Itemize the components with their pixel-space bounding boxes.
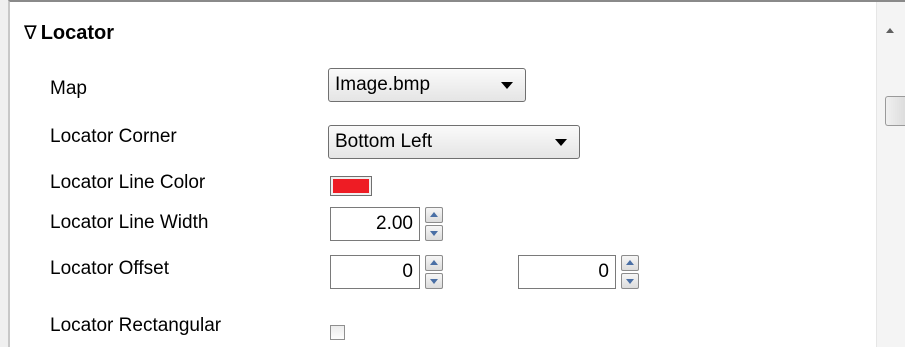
properties-panel: ∇ Locator Map Image.bmp Locator Corner B… bbox=[8, 0, 905, 347]
scrollbar-thumb[interactable] bbox=[885, 96, 905, 126]
locator-section-header[interactable]: ∇ Locator bbox=[24, 22, 114, 45]
map-label: Map bbox=[50, 78, 87, 99]
spin-down-icon bbox=[626, 279, 634, 284]
chevron-down-icon bbox=[501, 82, 513, 89]
offset-x-decrement-button[interactable] bbox=[425, 273, 443, 289]
section-title: Locator bbox=[40, 22, 115, 44]
offset-y-decrement-button[interactable] bbox=[621, 273, 639, 289]
locator-line-color-swatch[interactable] bbox=[330, 176, 372, 196]
spin-up-icon bbox=[430, 212, 438, 217]
offset-y-spinner bbox=[621, 255, 639, 289]
locator-offset-y-input[interactable]: 0 bbox=[518, 255, 616, 289]
locator-rectangular-checkbox[interactable] bbox=[330, 325, 345, 340]
offset-y-increment-button[interactable] bbox=[621, 255, 639, 271]
vertical-scrollbar[interactable] bbox=[876, 2, 905, 347]
map-dropdown[interactable]: Image.bmp bbox=[328, 68, 526, 102]
line-width-spinner bbox=[425, 207, 443, 241]
line-width-increment-button[interactable] bbox=[425, 207, 443, 223]
chevron-down-icon bbox=[555, 139, 567, 146]
locator-offset-x-input[interactable]: 0 bbox=[330, 255, 420, 289]
locator-line-color-label: Locator Line Color bbox=[50, 172, 206, 193]
color-fill bbox=[333, 179, 369, 193]
spin-down-icon bbox=[430, 279, 438, 284]
collapse-toggle-icon[interactable]: ∇ bbox=[24, 22, 37, 45]
spin-up-icon bbox=[626, 260, 634, 265]
line-width-decrement-button[interactable] bbox=[425, 225, 443, 241]
locator-corner-value: Bottom Left bbox=[335, 131, 433, 152]
locator-line-width-label: Locator Line Width bbox=[50, 212, 209, 233]
scroll-up-icon[interactable] bbox=[886, 28, 894, 33]
locator-corner-dropdown[interactable]: Bottom Left bbox=[328, 125, 580, 159]
offset-x-spinner bbox=[425, 255, 443, 289]
offset-x-increment-button[interactable] bbox=[425, 255, 443, 271]
locator-rectangular-label: Locator Rectangular bbox=[50, 315, 222, 336]
locator-line-width-input[interactable]: 2.00 bbox=[330, 207, 420, 241]
map-dropdown-value: Image.bmp bbox=[335, 74, 431, 95]
spin-up-icon bbox=[430, 260, 438, 265]
spin-down-icon bbox=[430, 231, 438, 236]
locator-corner-label: Locator Corner bbox=[50, 126, 177, 147]
locator-offset-label: Locator Offset bbox=[50, 258, 169, 279]
